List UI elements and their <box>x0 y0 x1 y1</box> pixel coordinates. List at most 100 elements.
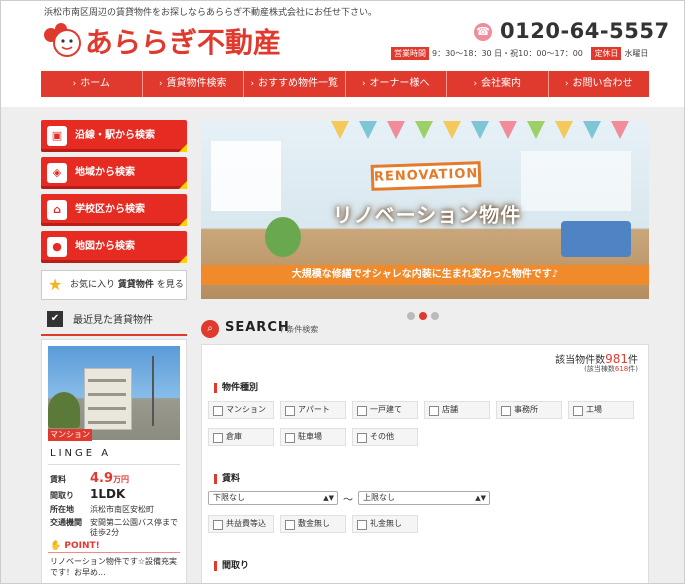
tree-shape <box>48 392 80 428</box>
point-heading: ✋ POINT! <box>50 541 100 551</box>
checkbox[interactable] <box>357 406 367 416</box>
rent-value: 4.9万円 <box>90 471 129 486</box>
checkbox-label: マンション <box>226 405 266 414</box>
type-checkbox-office[interactable]: 事務所 <box>496 401 562 419</box>
checkbox[interactable] <box>573 406 583 416</box>
checkbox[interactable] <box>285 433 295 443</box>
holiday-label: 定休日 <box>591 47 622 60</box>
school-icon: ⌂ <box>47 200 67 220</box>
checkbox-label: 一戸建て <box>370 405 402 414</box>
type-checkbox-other[interactable]: その他 <box>352 428 418 446</box>
nav-owners[interactable]: › オーナー様へ <box>346 71 447 97</box>
banner-title: リノベーション物件 <box>332 203 522 227</box>
type-checkbox-mansion[interactable]: マンション <box>208 401 274 419</box>
nav-label: 賃貸物件検索 <box>166 78 227 89</box>
search-by-school-button[interactable]: ⌂ 学校区から検索 <box>41 194 187 226</box>
favorites-bold: 賃貸物件 <box>117 280 154 290</box>
nav-company[interactable]: › 会社案内 <box>447 71 549 97</box>
nav-label: ホーム <box>80 78 110 89</box>
type-checkbox-factory[interactable]: 工場 <box>568 401 634 419</box>
nav-recommended[interactable]: › おすすめ物件一覧 <box>244 71 346 97</box>
nav-contact[interactable]: › お問い合わせ <box>549 71 650 97</box>
nav-label: 会社案内 <box>481 78 522 89</box>
rent-checkbox-no-deposit[interactable]: 敷金無し <box>280 515 346 533</box>
button-label: 地図から検索 <box>75 241 135 252</box>
hours-label: 営業時間 <box>391 47 429 60</box>
checkbox[interactable] <box>285 406 295 416</box>
history-icon: ✔ <box>47 311 63 327</box>
favorites-button[interactable]: ★ お気に入り 賃貸物件 を見る <box>41 270 187 300</box>
renovation-badge: RENOVATION <box>370 161 482 191</box>
checkbox[interactable] <box>213 406 223 416</box>
chevron-right-icon: › <box>361 79 366 89</box>
point-label: POINT! <box>64 541 100 551</box>
search-by-area-button[interactable]: ◈ 地域から検索 <box>41 157 187 189</box>
checkbox[interactable] <box>501 406 511 416</box>
phone-contact[interactable]: ☎ 0120-64-5557 <box>474 19 684 47</box>
checkbox[interactable] <box>285 520 295 530</box>
favorites-pre: お気に入り <box>70 280 116 290</box>
rent-checkbox-fees-included[interactable]: 共益費等込 <box>208 515 274 533</box>
type-checkbox-apartment[interactable]: アパート <box>280 401 346 419</box>
count2-label: (該当棟数 <box>584 365 615 373</box>
type-checkbox-house[interactable]: 一戸建て <box>352 401 418 419</box>
sofa-shape <box>561 221 631 257</box>
chevron-right-icon: › <box>72 79 77 89</box>
nav-home[interactable]: › ホーム <box>41 71 143 97</box>
phone-number[interactable]: 0120-64-5557 <box>500 19 670 43</box>
type-checkbox-parking[interactable]: 駐車場 <box>280 428 346 446</box>
favorites-label: お気に入り 賃貸物件 を見る <box>70 271 184 299</box>
checkbox[interactable] <box>213 433 223 443</box>
recent-property-card[interactable]: マンション LINGE A 賃料 4.9万円 間取り 1LDK 所在地 浜松市南区安松… <box>41 339 187 583</box>
checkbox-label: アパート <box>298 405 330 414</box>
checkbox-label: 駐車場 <box>298 432 322 441</box>
search-panel: 該当物件数981件 (該当棟数618件) 物件種別 マンション アパート 一戸建… <box>201 344 649 583</box>
type-checkbox-store[interactable]: 店舗 <box>424 401 490 419</box>
recent-title: 最近見た賃貸物件 <box>73 315 153 326</box>
checkbox-label: 工場 <box>586 405 602 414</box>
checkbox[interactable] <box>429 406 439 416</box>
property-name[interactable]: LINGE A <box>50 448 111 459</box>
recent-heading: ✔ 最近見た賃貸物件 <box>41 309 187 329</box>
divider <box>41 334 187 336</box>
map-region-icon: ◈ <box>47 163 67 183</box>
hero-banner[interactable]: RENOVATION リノベーション物件 大規模な修繕でオシャレな内装に生まれ変… <box>201 121 649 299</box>
property-photo[interactable] <box>48 346 180 440</box>
checkbox[interactable] <box>357 520 367 530</box>
divider <box>48 552 180 553</box>
nav-label: お問い合わせ <box>572 78 633 89</box>
pennant-shape <box>359 121 377 139</box>
favorites-post: を見る <box>156 280 184 290</box>
rent-min-select[interactable]: 下限なし ▲▼ <box>208 491 338 505</box>
rent-row: 賃料 4.9万円 <box>50 471 129 486</box>
rent-checkbox-no-key-money[interactable]: 礼金無し <box>352 515 418 533</box>
nav-label: オーナー様へ <box>369 78 430 89</box>
nav-rental-search[interactable]: › 賃貸物件検索 <box>143 71 244 97</box>
checkbox-label: 共益費等込 <box>226 519 266 528</box>
holiday-value: 水曜日 <box>624 49 649 58</box>
search-subtitle: / 条件検索 <box>281 325 319 334</box>
chevron-right-icon: › <box>158 79 163 89</box>
search-by-map-button[interactable]: ● 地図から検索 <box>41 231 187 263</box>
rent-min-value: 下限なし <box>213 493 245 502</box>
search-by-line-button[interactable]: ▣ 沿線・駅から検索 <box>41 120 187 152</box>
corner-accent <box>179 144 187 152</box>
checkbox[interactable] <box>213 520 223 530</box>
search-heading: ⌕ SEARCH / 条件検索 <box>201 319 649 341</box>
type-checkbox-warehouse[interactable]: 倉庫 <box>208 428 274 446</box>
building-shape <box>84 368 132 430</box>
rent-max-select[interactable]: 上限なし ▲▼ <box>358 491 490 505</box>
chevron-right-icon: › <box>564 79 569 89</box>
layout-row: 間取り 1LDK <box>50 487 125 501</box>
transit-label: 交通機関 <box>50 518 82 527</box>
checkbox[interactable] <box>357 433 367 443</box>
rent-label: 賃料 <box>50 475 66 484</box>
pennant-shape <box>555 121 573 139</box>
property-type-badge: マンション <box>48 429 92 441</box>
corner-accent <box>179 255 187 263</box>
business-hours: 営業時間 9：30～18：30 日・祝10：00～17：00 定休日 水曜日 <box>391 47 648 60</box>
divider <box>48 464 180 465</box>
pennant-shape <box>611 121 629 139</box>
map-pin-icon: ● <box>47 237 67 257</box>
logo[interactable]: あららぎ不動産 <box>41 19 371 61</box>
